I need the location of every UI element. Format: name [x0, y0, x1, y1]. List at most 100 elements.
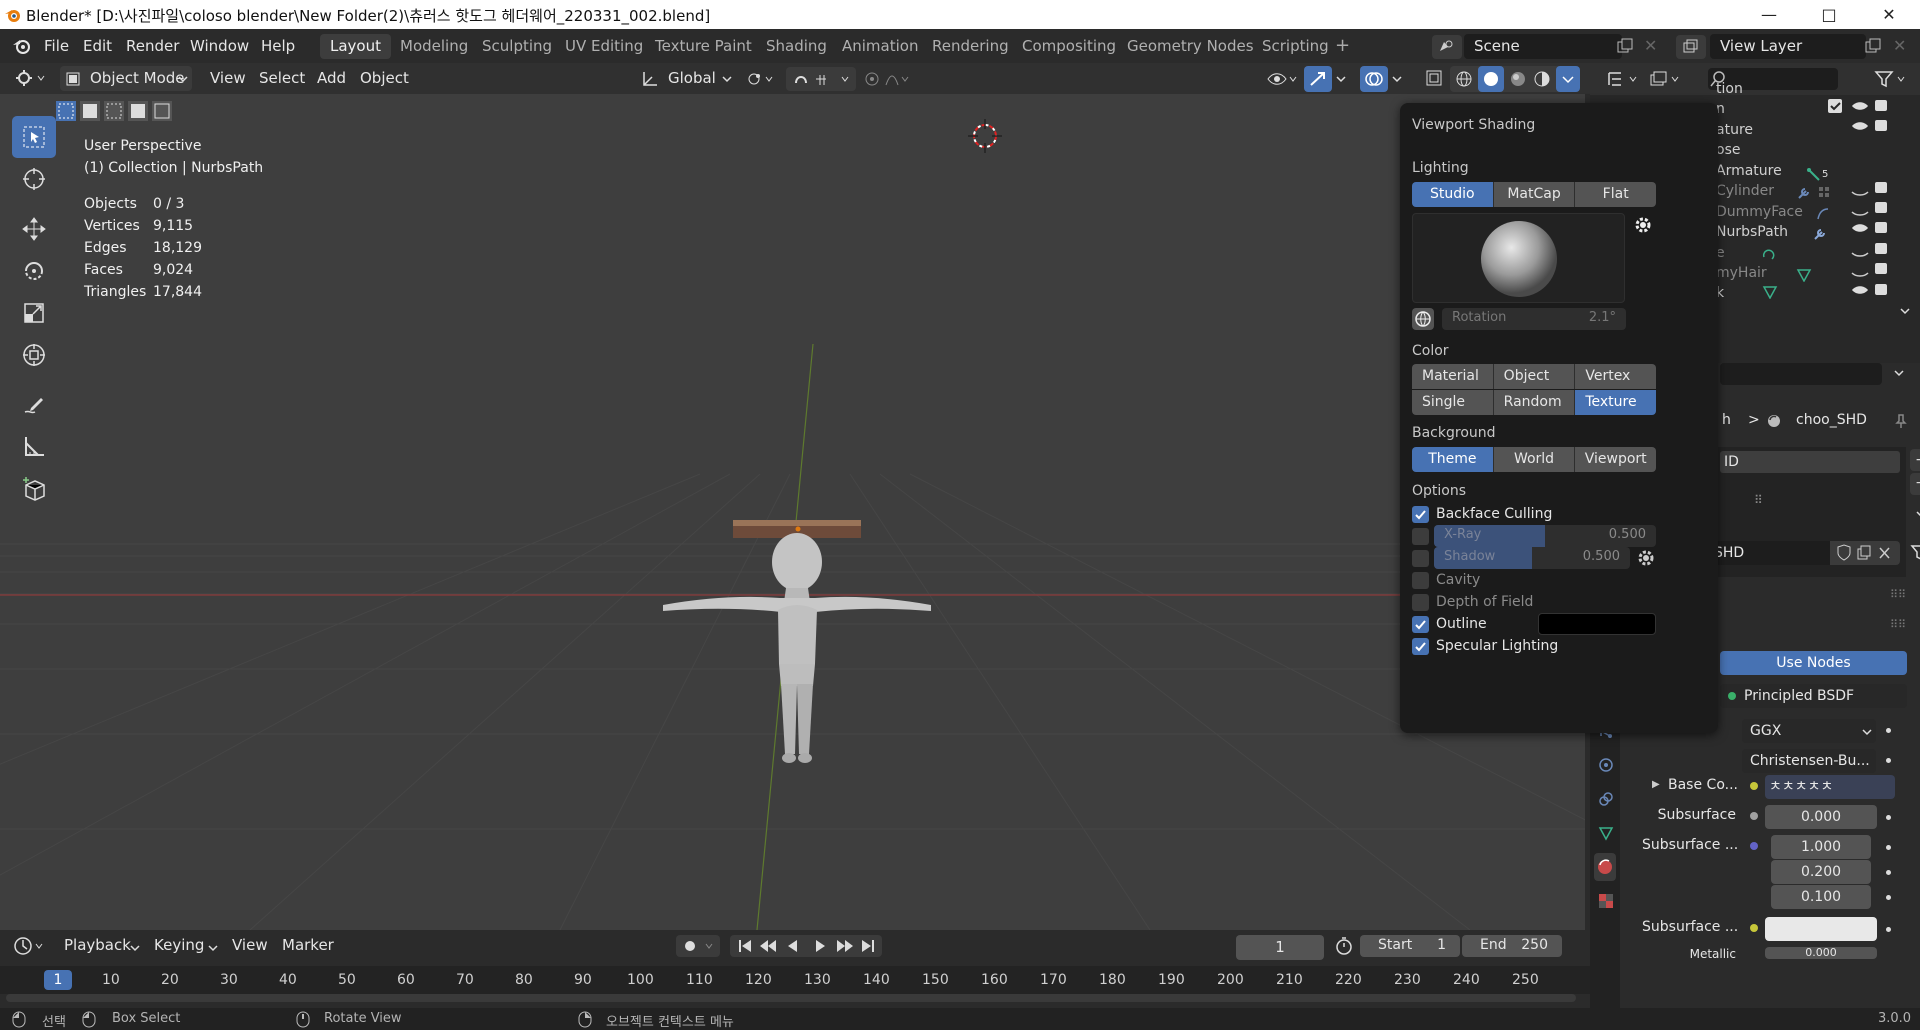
outliner-item-armature-group[interactable]: ature: [1716, 122, 1753, 138]
tab-geometry-nodes[interactable]: Geometry Nodes: [1117, 34, 1264, 59]
scene-name-field[interactable]: Scene: [1464, 34, 1622, 59]
chevron-down-icon[interactable]: [1900, 307, 1910, 315]
list-resize-handle[interactable]: ⠿: [1754, 493, 1763, 507]
outliner-view-icon[interactable]: [1648, 69, 1684, 89]
outliner-item-dummyhair[interactable]: myHair: [1716, 265, 1767, 281]
material-preview-icon[interactable]: [1508, 69, 1528, 89]
outline-checkbox[interactable]: [1412, 616, 1429, 633]
menu-timeline-view[interactable]: View: [232, 933, 268, 958]
proportional-editing-icon[interactable]: [862, 69, 912, 89]
lighting-flat-button[interactable]: Flat: [1575, 182, 1656, 207]
view-layer-field[interactable]: View Layer: [1710, 34, 1866, 59]
subsurface-method-dropdown[interactable]: Christensen-Bu...: [1742, 749, 1876, 773]
close-button[interactable]: ✕: [1866, 0, 1912, 29]
outliner-display-mode-icon[interactable]: [1606, 69, 1642, 89]
outliner-item-cylinder[interactable]: Cylinder: [1716, 183, 1774, 199]
timeline-scrollbar[interactable]: [6, 994, 1576, 1002]
visibility-icon[interactable]: [1266, 69, 1300, 89]
shadow-settings-icon[interactable]: [1636, 548, 1656, 568]
new-view-layer-icon[interactable]: [1864, 37, 1882, 55]
color-vertex-button[interactable]: Vertex: [1575, 364, 1656, 389]
datablock-actions[interactable]: [1830, 541, 1900, 565]
outliner-item-nurbspath[interactable]: NurbsPath: [1716, 224, 1788, 240]
menu-file[interactable]: File: [44, 29, 69, 63]
new-scene-icon[interactable]: [1616, 37, 1634, 55]
menu-marker[interactable]: Marker: [282, 933, 334, 958]
transform-orientation-dropdown[interactable]: Global: [668, 66, 716, 91]
subsurface-field[interactable]: 0.000: [1765, 805, 1877, 829]
tab-scripting[interactable]: Scripting: [1252, 34, 1339, 59]
tab-layout[interactable]: Layout: [320, 34, 391, 59]
cavity-checkbox[interactable]: [1412, 572, 1429, 589]
tab-modeling[interactable]: Modeling: [390, 34, 478, 59]
filter-icon[interactable]: [1874, 69, 1910, 89]
subsurface-radius-y[interactable]: 0.200: [1771, 860, 1871, 884]
measure-tool[interactable]: [12, 426, 56, 468]
3d-cursor-icon[interactable]: [968, 119, 1002, 153]
select-box-tool[interactable]: [12, 116, 56, 158]
menu-select[interactable]: Select: [259, 66, 305, 91]
cursor-tool[interactable]: [12, 158, 56, 200]
tab-rendering[interactable]: Rendering: [922, 34, 1019, 59]
menu-keying[interactable]: Keying: [154, 933, 204, 958]
menu-add[interactable]: Add: [317, 66, 346, 91]
outliner-item-armature[interactable]: Armature: [1716, 163, 1782, 179]
subsurface-radius-x[interactable]: 1.000: [1771, 835, 1871, 859]
color-material-button[interactable]: Material: [1412, 364, 1494, 389]
backface-culling-checkbox[interactable]: [1412, 506, 1429, 523]
use-nodes-button[interactable]: Use Nodes: [1720, 651, 1907, 675]
outliner-item-pose[interactable]: ose: [1716, 142, 1740, 158]
gizmo-toggle-icon[interactable]: [1304, 66, 1332, 92]
xray-slider[interactable]: X-Ray 0.500: [1434, 525, 1656, 547]
chevron-down-icon[interactable]: [1894, 369, 1904, 377]
lighting-matcap-button[interactable]: MatCap: [1493, 182, 1576, 207]
record-button[interactable]: [676, 935, 720, 957]
pin-icon[interactable]: [1894, 413, 1908, 429]
tab-shading[interactable]: Shading: [756, 34, 837, 59]
node-link-icon[interactable]: [1910, 543, 1920, 563]
studio-light-preview[interactable]: [1412, 213, 1625, 303]
menu-edit[interactable]: Edit: [83, 29, 112, 63]
end-frame-field[interactable]: End 250: [1462, 935, 1562, 957]
color-object-button[interactable]: Object: [1493, 364, 1576, 389]
maximize-button[interactable]: □: [1806, 0, 1852, 29]
remove-view-layer-icon[interactable]: ✕: [1893, 36, 1906, 55]
blender-menu-icon[interactable]: [12, 37, 32, 55]
outliner-item-scene-collection[interactable]: tion: [1716, 81, 1743, 97]
transform-tool[interactable]: [12, 334, 56, 376]
surface-shader-field[interactable]: Principled BSDF: [1720, 684, 1907, 708]
distribution-dropdown[interactable]: GGX: [1742, 719, 1876, 743]
tab-compositing[interactable]: Compositing: [1012, 34, 1126, 59]
add-workspace-button[interactable]: +: [1335, 29, 1350, 63]
world-space-lighting-icon[interactable]: [1412, 308, 1434, 330]
character-model[interactable]: [655, 514, 935, 774]
menu-object[interactable]: Object: [360, 66, 409, 91]
studio-light-settings-icon[interactable]: [1633, 215, 1653, 235]
material-datablock-field[interactable]: SHD: [1710, 541, 1830, 565]
tab-texture-icon[interactable]: [1598, 893, 1614, 909]
menu-render[interactable]: Render: [126, 29, 179, 63]
overlays-toggle-icon[interactable]: [1360, 66, 1388, 92]
tab-uv-editing[interactable]: UV Editing: [555, 34, 653, 59]
shading-options-dropdown[interactable]: [1556, 66, 1580, 92]
metallic-field[interactable]: 0.000: [1765, 947, 1877, 959]
view-layer-selector-button[interactable]: [1676, 35, 1706, 59]
tab-physics-icon[interactable]: [1598, 757, 1614, 773]
panel-drag-handle[interactable]: ⠿⠿: [1890, 588, 1906, 601]
color-texture-button[interactable]: Texture: [1575, 390, 1656, 415]
timeline-editor-type-icon[interactable]: [12, 935, 48, 957]
background-viewport-button[interactable]: Viewport: [1575, 447, 1656, 472]
remove-scene-icon[interactable]: ✕: [1644, 36, 1657, 55]
playback-controls[interactable]: [730, 935, 882, 957]
3d-viewport[interactable]: User Perspective (1) Collection | NurbsP…: [0, 94, 1585, 930]
menu-playback[interactable]: Playback: [64, 933, 131, 958]
minimize-button[interactable]: —: [1746, 0, 1792, 29]
color-single-button[interactable]: Single: [1412, 390, 1494, 415]
tab-data-icon[interactable]: [1598, 825, 1614, 841]
xray-toggle-icon[interactable]: [1424, 68, 1444, 88]
rendered-shading-icon[interactable]: [1532, 69, 1552, 89]
properties-search-input[interactable]: [1720, 363, 1882, 385]
outline-color-swatch[interactable]: [1538, 613, 1656, 635]
menu-window[interactable]: Window: [190, 29, 249, 63]
panel-drag-handle[interactable]: ⠿⠿: [1890, 618, 1906, 631]
